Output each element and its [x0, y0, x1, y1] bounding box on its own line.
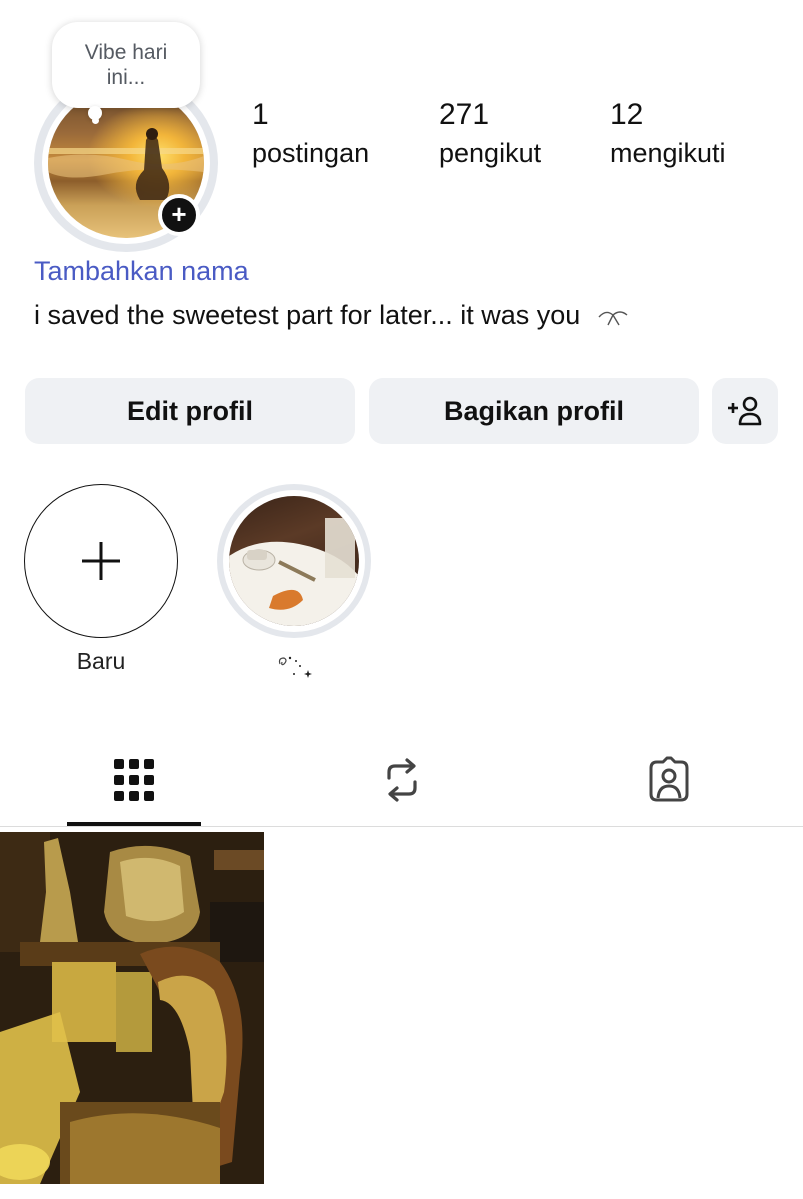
highlight-cover[interactable] — [229, 496, 359, 626]
stat-followers-value: 271 — [439, 98, 490, 131]
repost-icon — [387, 758, 417, 802]
note-text-line1: Vibe hari — [84, 41, 168, 64]
highlight-label-new: Baru — [76, 648, 126, 674]
stat-following-value: 12 — [610, 98, 644, 131]
post-thumbnail[interactable] — [0, 832, 264, 1184]
grid-icon — [114, 759, 154, 801]
tagged-person-icon — [649, 756, 689, 802]
tab-divider — [0, 826, 803, 827]
tab-reposts[interactable] — [335, 750, 469, 810]
tab-tagged[interactable] — [602, 750, 736, 810]
plus-icon: + — [171, 199, 187, 229]
ribbon-icon — [598, 311, 628, 326]
tab-posts-grid[interactable] — [67, 750, 201, 810]
stat-followers-label: pengikut — [439, 138, 542, 168]
stat-following[interactable]: 12 mengikuti — [610, 98, 726, 169]
stat-posts-value: 1 — [252, 98, 269, 131]
share-profile-button[interactable]: Bagikan profil — [369, 378, 699, 444]
highlight-label-sparkles — [217, 650, 371, 685]
note-text-line2: ini... — [106, 66, 146, 89]
stat-posts-label: postingan — [252, 138, 370, 168]
add-person-icon — [728, 396, 762, 426]
edit-profile-button[interactable]: Edit profil — [25, 378, 355, 444]
add-name-link[interactable]: Tambahkan nama — [34, 256, 249, 287]
stat-followers[interactable]: 271 pengikut — [439, 98, 541, 169]
add-story-button[interactable]: + — [158, 194, 200, 236]
stat-posts[interactable]: 1 postingan — [252, 98, 369, 169]
sparkle-icon — [278, 656, 312, 678]
bio-text-content: i saved the sweetest part for later... i… — [34, 300, 581, 330]
discover-people-button[interactable] — [712, 378, 778, 444]
new-highlight-button[interactable] — [24, 484, 178, 638]
plus-icon — [81, 541, 120, 580]
bio-text: i saved the sweetest part for later... i… — [34, 300, 630, 331]
stat-following-label: mengikuti — [610, 138, 726, 168]
note-bubble[interactable]: Vibe hari ini... — [52, 22, 200, 108]
